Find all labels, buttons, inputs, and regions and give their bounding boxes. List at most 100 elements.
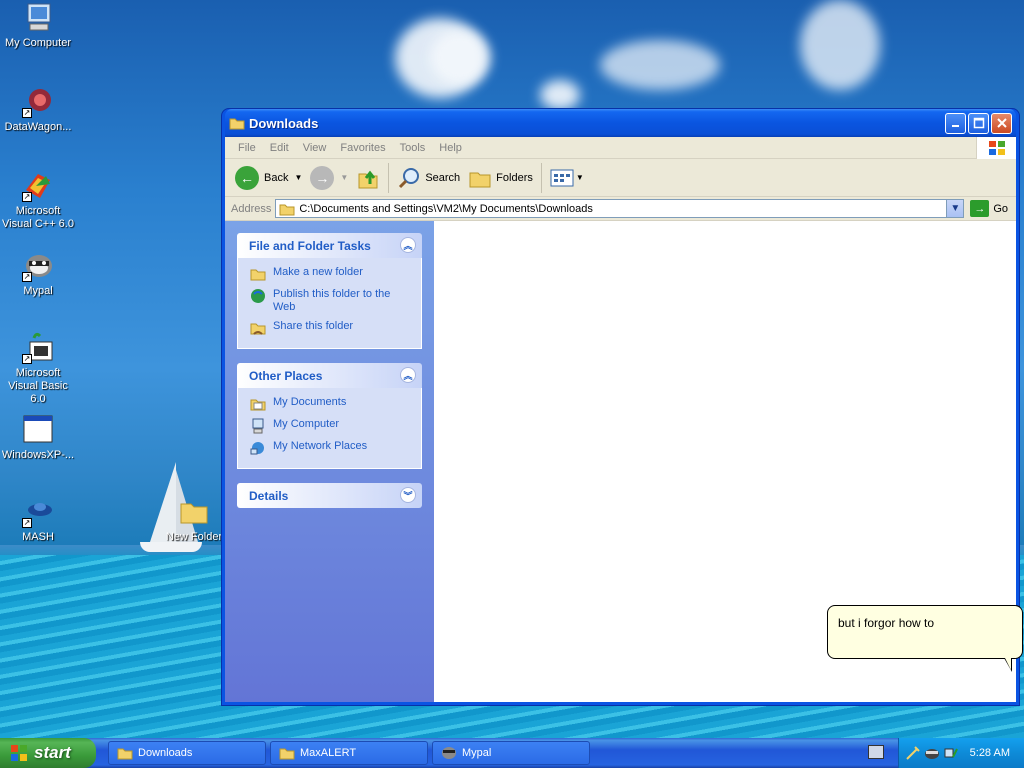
tray-raccoon-icon[interactable] (924, 745, 940, 761)
share-folder-icon (250, 323, 266, 335)
my-documents-link[interactable]: My Documents (250, 396, 411, 412)
speech-balloon: but i forgor how to (827, 605, 1023, 672)
toolbar-separator (388, 162, 390, 193)
system-tray: 5:28 AM (898, 738, 1024, 768)
menu-help[interactable]: Help (432, 142, 469, 154)
address-dropdown-button[interactable]: ▼ (946, 200, 964, 217)
publish-folder-link[interactable]: Publish this folder to the Web (250, 288, 411, 314)
balloon-text: but i forgor how to (838, 616, 935, 630)
chevron-down-icon: ▼ (950, 203, 961, 214)
title-bar[interactable]: Downloads (225, 109, 1016, 137)
shortcut-arrow-icon: ↗ (22, 354, 32, 364)
shortcut-arrow-icon: ↗ (22, 272, 32, 282)
close-button[interactable] (991, 112, 1012, 134)
back-button[interactable]: ← Back ▼ (231, 162, 306, 194)
other-places-header[interactable]: Other Places ︽ (237, 363, 422, 388)
desktop-icon-visual-cpp[interactable]: ↗ Microsoft Visual C++ 6.0 (0, 170, 76, 231)
shortcut-arrow-icon: ↗ (22, 108, 32, 118)
computer-icon (22, 2, 54, 34)
menu-file[interactable]: File (231, 142, 263, 154)
chevron-down-icon: ▼ (340, 173, 349, 182)
desktop-icon-my-computer[interactable]: My Computer (0, 2, 76, 50)
cloud (430, 30, 490, 85)
network-icon (250, 442, 264, 455)
search-button[interactable]: Search (393, 162, 464, 194)
menu-bar: File Edit View Favorites Tools Help (225, 137, 1016, 159)
desktop-icon-datawagon[interactable]: ↗ DataWagon... (0, 86, 76, 134)
search-icon (399, 167, 420, 188)
desktop-icon-windowsxp[interactable]: WindowsXP-... (0, 414, 76, 462)
folder-icon (117, 748, 133, 760)
mash-icon: ↗ (22, 496, 54, 528)
forward-button[interactable]: → ▼ (306, 162, 352, 194)
raccoon-icon: ↗ (22, 250, 54, 282)
file-folder-tasks-panel: File and Folder Tasks ︽ Make a new folde… (237, 233, 422, 349)
folders-icon (469, 172, 491, 187)
views-button[interactable]: ▼ (546, 162, 588, 194)
share-folder-link[interactable]: Share this folder (250, 320, 411, 336)
file-folder-tasks-body: Make a new folder Publish this folder to… (237, 258, 422, 349)
collapse-icon[interactable]: ︽ (400, 237, 416, 253)
windows-logo-icon (976, 137, 1016, 159)
window-title: Downloads (249, 115, 319, 131)
windows-logo-icon (11, 745, 27, 761)
forward-arrow-icon: → (310, 165, 335, 190)
address-label: Address (231, 202, 272, 215)
other-places-panel: Other Places ︽ My Documents My Computer (237, 363, 422, 469)
taskbar-item-maxalert[interactable]: MaxALERT (270, 741, 428, 765)
cloud (600, 40, 720, 90)
toolbar-separator (540, 162, 542, 193)
tray-tools-icon[interactable] (905, 745, 921, 761)
address-input[interactable]: C:\Documents and Settings\VM2\My Documen… (275, 199, 965, 218)
views-icon (550, 169, 574, 186)
task-pane: File and Folder Tasks ︽ Make a new folde… (225, 221, 434, 702)
folders-button[interactable]: Folders (464, 162, 537, 194)
file-folder-tasks-header[interactable]: File and Folder Tasks ︽ (237, 233, 422, 258)
collapse-icon[interactable]: ︽ (400, 367, 416, 383)
folder-icon (279, 204, 295, 215)
globe-icon (251, 289, 265, 303)
new-folder-icon (250, 269, 266, 281)
my-documents-icon (250, 399, 266, 411)
maximize-button[interactable] (968, 112, 989, 134)
my-network-places-link[interactable]: My Network Places (250, 440, 411, 456)
my-computer-link[interactable]: My Computer (250, 418, 411, 434)
other-places-body: My Documents My Computer My Network Plac… (237, 388, 422, 469)
menu-favorites[interactable]: Favorites (333, 142, 392, 154)
balloon-tail (1005, 658, 1011, 670)
shortcut-arrow-icon: ↗ (22, 518, 32, 528)
taskbar-item-downloads[interactable]: Downloads (108, 741, 266, 765)
raccoon-icon (442, 747, 456, 759)
expand-icon[interactable]: ︾ (400, 487, 416, 503)
maximize-icon (973, 117, 984, 129)
go-button[interactable]: → Go (964, 200, 1016, 217)
desktop-icon-mash[interactable]: ↗ MASH (0, 496, 76, 544)
menu-view[interactable]: View (296, 142, 334, 154)
shortcut-arrow-icon: ↗ (22, 192, 32, 202)
minimize-icon (951, 125, 959, 127)
chevron-down-icon: ▼ (294, 173, 303, 182)
menu-tools[interactable]: Tools (393, 142, 433, 154)
keyboard-icon[interactable] (868, 745, 884, 759)
chevron-down-icon: ▼ (575, 173, 584, 182)
folder-icon (229, 118, 245, 130)
tray-network-icon[interactable] (943, 745, 959, 761)
up-folder-button[interactable] (352, 162, 384, 194)
datawagon-icon: ↗ (22, 86, 54, 118)
folder-icon (279, 748, 295, 760)
menu-edit[interactable]: Edit (263, 142, 296, 154)
visual-cpp-icon: ↗ (22, 170, 54, 202)
desktop-icon-mypal[interactable]: ↗ Mypal (0, 250, 76, 298)
folder-icon (178, 496, 210, 528)
start-button[interactable]: start (0, 738, 96, 768)
details-header[interactable]: Details ︾ (237, 483, 422, 508)
desktop-icon-visual-basic[interactable]: ↗ Microsoft Visual Basic 6.0 (0, 332, 76, 406)
go-arrow-icon: → (970, 200, 990, 217)
clock[interactable]: 5:28 AM (970, 747, 1010, 759)
make-new-folder-link[interactable]: Make a new folder (250, 266, 411, 282)
minimize-button[interactable] (945, 112, 966, 134)
back-arrow-icon: ← (235, 165, 259, 190)
taskbar-item-mypal[interactable]: Mypal (432, 741, 590, 765)
window-file-icon (22, 414, 54, 446)
cloud (540, 80, 580, 110)
